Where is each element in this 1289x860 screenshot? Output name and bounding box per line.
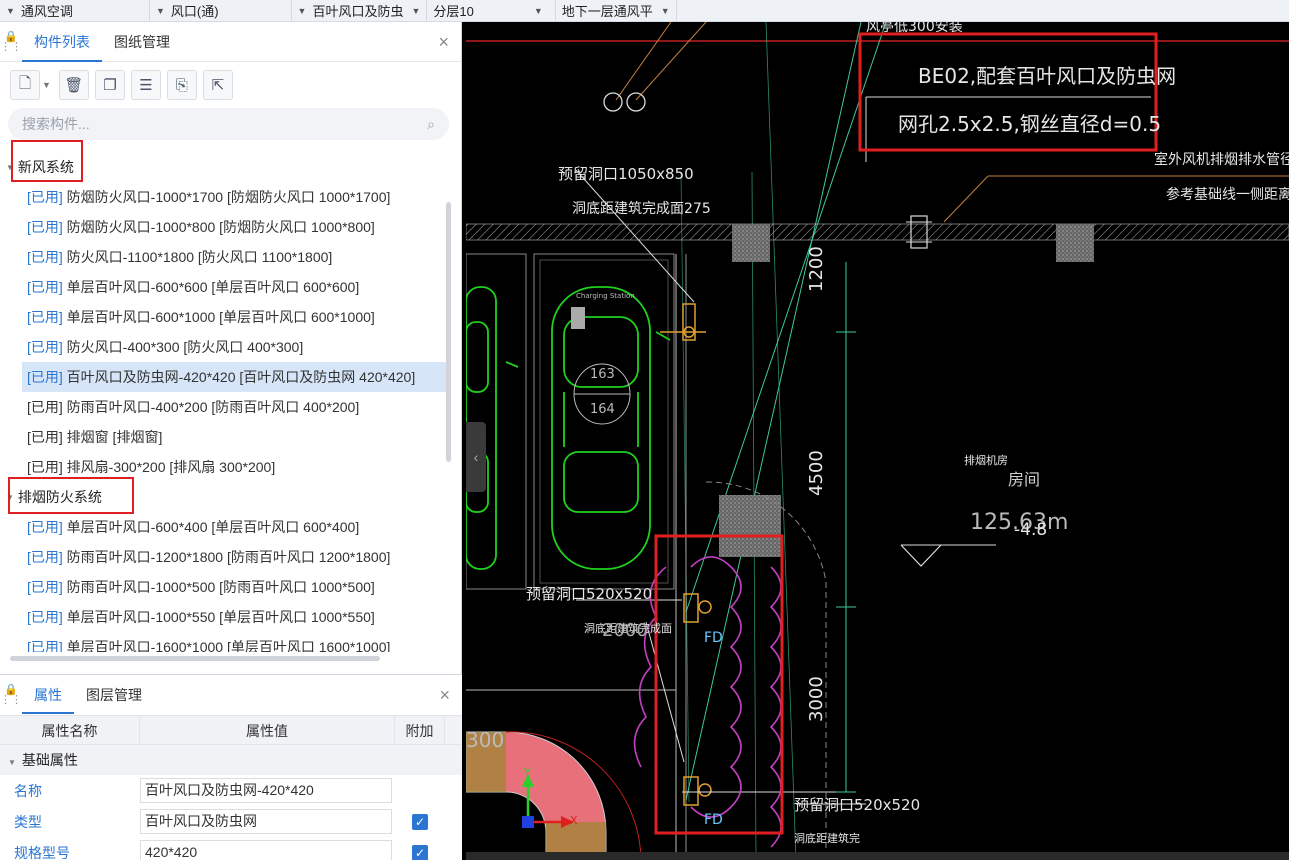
property-value-field[interactable]: 420*420 (140, 840, 392, 860)
new-component-icon[interactable]: 🗋 (10, 70, 40, 100)
vertical-scrollbar[interactable] (446, 202, 451, 462)
cad-opening3: 预留洞口520x520 (794, 796, 921, 814)
list-icon[interactable]: ☰ (130, 70, 161, 100)
ucs-y-label: Y (524, 766, 531, 779)
cad-opening2: 预留洞口520x520 (526, 585, 653, 603)
column-header-value: 属性值 (140, 716, 395, 744)
list-item[interactable]: [已用] 防烟防火风口-1000*1700 [防烟防火风口 1000*1700] (0, 182, 446, 212)
pin-icon[interactable]: 🔒 ⋮⋮ (0, 31, 22, 52)
cad-canvas[interactable]: ‹ 风亭低300安装 BE02,配套百叶风口及防虫网 网孔2.5x2.5,钢丝直… (466, 22, 1289, 860)
collapse-triangle-icon[interactable]: ▼ (8, 758, 16, 767)
chevron-down-icon: ▼ (660, 5, 670, 16)
highlight-box-smoke-exhaust (8, 477, 134, 514)
cad-opening2-dim: 2000 (602, 620, 648, 641)
property-value-field[interactable]: 百叶风口及防虫网-420*420 (140, 778, 392, 803)
close-icon[interactable]: × (439, 685, 450, 706)
chevron-down-icon: ▼ (533, 5, 543, 16)
list-item[interactable]: [已用] 单层百叶风口-1000*550 [单层百叶风口 1000*550] (0, 602, 446, 632)
type-dropdown[interactable]: ▼ 风口(通) (150, 0, 292, 22)
cad-right-note2: 参考基础线一侧距离150mm (1166, 187, 1289, 203)
tab-drawing-management[interactable]: 图纸管理 (102, 22, 182, 62)
top-toolbar: ▼ 通风空调 ▼ 风口(通) ▼ 百叶风口及防虫 ▼ 分层10 ▼ 地下一层通风平 ▼ (0, 0, 1289, 22)
component-panel-header: 🔒 ⋮⋮ 构件列表 图纸管理 × (0, 22, 461, 62)
list-item[interactable]: [已用] 排烟窗 [排烟窗] (0, 422, 446, 452)
cad-dim-3000: 3000 (806, 676, 827, 722)
tab-layer-management[interactable]: 图层管理 (74, 676, 154, 714)
extra-checkbox[interactable]: ✓ (412, 844, 428, 860)
list-item-selected[interactable]: [已用] 百叶风口及防虫网-420*420 [百叶风口及防虫网 420*420] (22, 362, 446, 392)
cad-top-label: 风亭低300安装 (866, 22, 963, 35)
property-value-field[interactable]: 百叶风口及防虫网 (140, 809, 392, 834)
cad-opening3-sub: 洞底距建筑完 (794, 832, 860, 845)
cad-fd-label: FD (704, 630, 723, 646)
cad-opening1: 预留洞口1050x850 (558, 165, 694, 183)
list-item[interactable]: [已用] 单层百叶风口-600*400 [单层百叶风口 600*400] (0, 512, 446, 542)
panel-collapse-handle[interactable]: ‹ (466, 422, 486, 492)
component-dropdown[interactable]: ▼ 百叶风口及防虫 ▼ (292, 0, 428, 22)
copy-icon[interactable]: ❐ (94, 70, 125, 100)
search-icon: ⌕ (427, 115, 435, 132)
component-toolbar: 🗋 ▼ 🗑 ❐ ☰ ⎘ ⇱ (0, 62, 461, 108)
cad-right-note1: 室外风机排烟排水管径DN350 (1154, 152, 1289, 168)
section-basic-properties[interactable]: ▼ 基础属性 (0, 745, 462, 775)
component-tree: ▼ 新风系统 [已用] 防烟防火风口-1000*1700 [防烟防火风口 1000… (0, 152, 446, 652)
cad-room-label: 房间 (1008, 470, 1041, 489)
list-item[interactable]: [已用] 防火风口-400*300 [防火风口 400*300] (0, 332, 446, 362)
property-name: 类型 (14, 813, 42, 830)
cad-stall-a: 163 (590, 367, 615, 382)
floor-dropdown[interactable]: 地下一层通风平 ▼ (556, 0, 677, 22)
pin-icon[interactable]: 🔒 ⋮⋮ (0, 685, 22, 706)
list-item[interactable]: [已用] 单层百叶风口-600*1000 [单层百叶风口 600*1000] (0, 302, 446, 332)
left-panel: 🔒 ⋮⋮ 构件列表 图纸管理 × 🗋 ▼ 🗑 ❐ ☰ ⎘ ⇱ 搜索构件... ⌕ … (0, 22, 462, 860)
chevron-down-icon: ▼ (297, 5, 307, 16)
cad-fd-label-2: FD (704, 812, 723, 828)
properties-panel: 🔒 ⋮⋮ 属性 图层管理 × 属性名称 属性值 附加 ▼ 基础属性 名称 百叶风口及… (0, 674, 462, 860)
chevron-down-icon: ▼ (6, 5, 15, 16)
cad-drawing (466, 22, 1289, 860)
list-item[interactable]: [已用] 防火风口-1100*1800 [防火风口 1100*1800] (0, 242, 446, 272)
cad-opening1-sub: 洞底距建筑完成面275 (572, 201, 711, 217)
highlight-box-fresh-air (11, 140, 83, 182)
property-name: 规格型号 (14, 844, 70, 860)
chevron-down-icon: ▼ (411, 5, 421, 16)
property-row: 类型 百叶风口及防虫网 ✓ (0, 806, 462, 837)
horizontal-scrollbar[interactable] (10, 656, 380, 661)
tab-properties[interactable]: 属性 (22, 676, 74, 714)
property-name: 名称 (14, 782, 42, 799)
list-item[interactable]: [已用] 单层百叶风口-600*600 [单层百叶风口 600*600] (0, 272, 446, 302)
cad-dim-1200: 1200 (806, 246, 827, 292)
properties-panel-header: 🔒 ⋮⋮ 属性 图层管理 × (0, 675, 462, 715)
cad-note-line1: BE02,配套百叶风口及防虫网 (918, 64, 1177, 88)
list-item[interactable]: [已用] 防雨百叶风口-1200*1800 [防雨百叶风口 1200*1800] (0, 542, 446, 572)
extra-checkbox[interactable]: ✓ (412, 813, 428, 830)
cad-note-line2: 网孔2.5x2.5,钢丝直径d=0.5 (898, 112, 1162, 136)
search-input[interactable]: 搜索构件... ⌕ (8, 108, 449, 140)
export-icon[interactable]: ⇱ (202, 70, 233, 100)
chevron-down-icon: ▼ (155, 5, 165, 16)
tab-component-list[interactable]: 构件列表 (22, 22, 102, 62)
delete-icon[interactable]: 🗑 (58, 70, 89, 100)
ucs-x-label: X (570, 814, 578, 827)
chevron-down-icon[interactable]: ▼ (42, 80, 51, 90)
list-item[interactable]: [已用] 防雨百叶风口-400*200 [防雨百叶风口 400*200] (0, 392, 446, 422)
properties-grid-header: 属性名称 属性值 附加 (0, 715, 462, 745)
cad-left-number: 300 (466, 728, 505, 752)
list-item[interactable]: [已用] 单层百叶风口-1600*1000 [单层百叶风口 1600*1000] (0, 632, 446, 652)
cad-charging-label: Charging Station (576, 292, 635, 300)
cad-stall-b: 164 (590, 402, 615, 417)
cad-elevation: -4.8 (1014, 520, 1048, 540)
list-item[interactable]: [已用] 防雨百叶风口-1000*500 [防雨百叶风口 1000*500] (0, 572, 446, 602)
cad-dim-4500: 4500 (806, 450, 827, 496)
close-icon[interactable]: × (438, 32, 449, 53)
property-row: 名称 百叶风口及防虫网-420*420 (0, 775, 462, 806)
cad-room-small: 排烟机房 (964, 454, 1008, 467)
property-row: 规格型号 420*420 ✓ (0, 837, 462, 860)
layer-dropdown[interactable]: 分层10 ▼ (427, 0, 556, 22)
list-item[interactable]: [已用] 防烟防火风口-1000*800 [防烟防火风口 1000*800] (0, 212, 446, 242)
system-dropdown[interactable]: ▼ 通风空调 (0, 0, 150, 22)
column-header-extra: 附加 (395, 716, 445, 744)
import-icon[interactable]: ⎘ (166, 70, 197, 100)
column-header-name: 属性名称 (0, 716, 140, 744)
